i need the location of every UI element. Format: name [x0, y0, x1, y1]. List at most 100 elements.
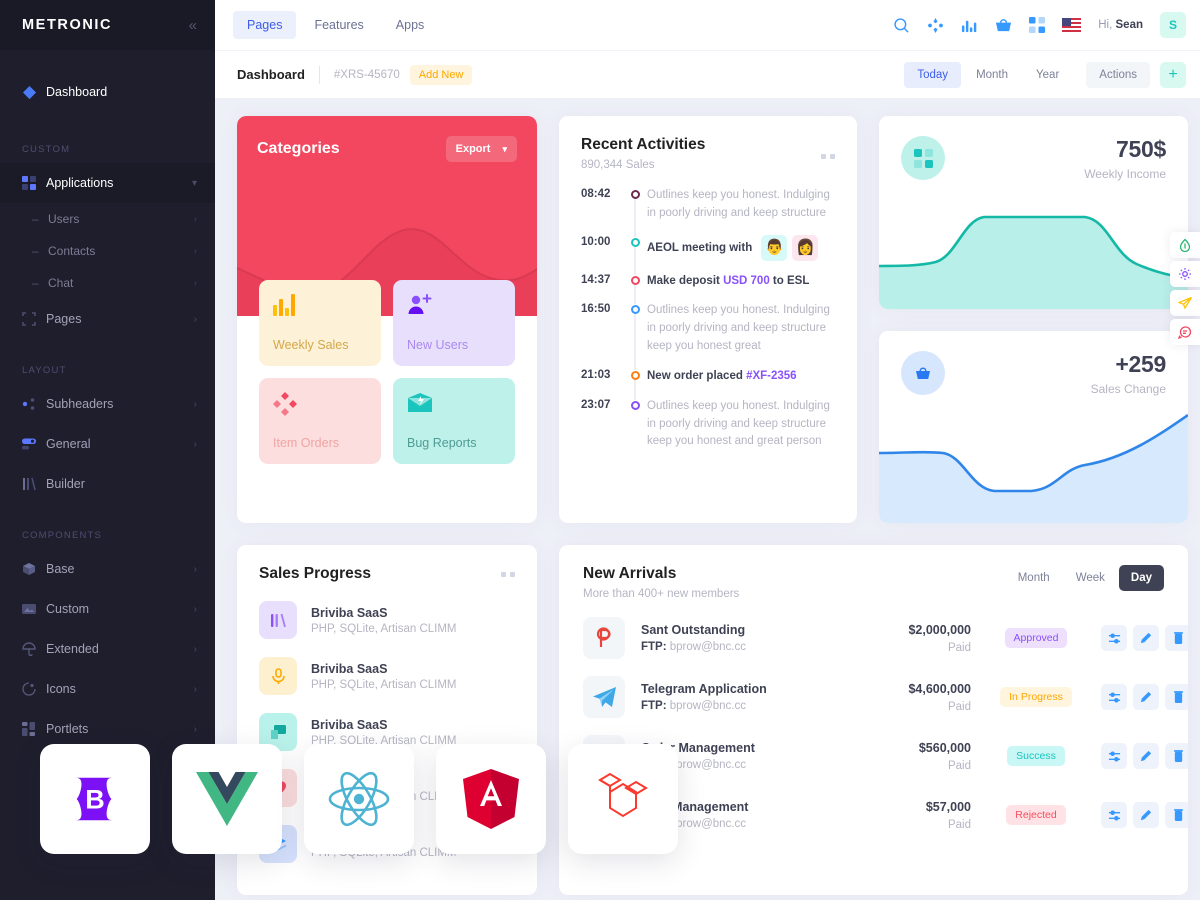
- activity-text: Make deposit: [647, 274, 724, 287]
- chevron-right-icon: ›: [193, 563, 197, 575]
- sidebar-section-layout: LAYOUT: [22, 365, 67, 376]
- gear-icon[interactable]: [1170, 261, 1200, 287]
- dots-icon[interactable]: [821, 154, 835, 159]
- weekly-income-card: 750$ Weekly Income: [879, 116, 1188, 309]
- bootstrap-logo[interactable]: B: [40, 744, 150, 854]
- sales-progress-row[interactable]: Briviba SaaS PHP, SQLite, Artisan CLIMM: [259, 601, 515, 639]
- basket-icon[interactable]: [995, 17, 1012, 34]
- sidebar-item-icons[interactable]: Icons ›: [0, 669, 215, 709]
- settings-sliders-icon[interactable]: [1101, 625, 1127, 651]
- sidebar-item-general[interactable]: General ›: [0, 424, 215, 464]
- activity-item[interactable]: 08:42 Outlines keep you honest. Indulgin…: [581, 187, 835, 237]
- send-plane-icon[interactable]: [1170, 290, 1200, 316]
- tile-bug-reports[interactable]: Bug Reports: [393, 378, 515, 464]
- avatar[interactable]: 👩: [792, 234, 819, 261]
- sidebar-item-label: Base: [46, 562, 75, 576]
- edit-pencil-icon[interactable]: [1133, 625, 1159, 651]
- row-title: Telegram Application: [641, 682, 767, 696]
- weekly-income-header: 750$ Weekly Income: [879, 116, 1188, 201]
- bar-chart-icon[interactable]: [961, 17, 978, 34]
- timeline-marker: [623, 235, 647, 275]
- sidebar-item-subheaders[interactable]: Subheaders ›: [0, 384, 215, 424]
- range-day[interactable]: Day: [1118, 565, 1164, 591]
- sidebar-item-builder[interactable]: Builder: [0, 464, 215, 504]
- sidebar-section-components: COMPONENTS: [22, 530, 103, 541]
- table-row[interactable]: Telegram Application FTP: bprow@bnc.cc $…: [583, 676, 1188, 718]
- us-flag-icon[interactable]: [1062, 18, 1082, 32]
- row-status: Approved: [971, 628, 1101, 648]
- dots-icon[interactable]: [501, 571, 515, 577]
- timeline-marker: [623, 368, 647, 400]
- tile-new-users[interactable]: New Users: [393, 280, 515, 366]
- row-info: Sant Outstanding FTP: bprow@bnc.cc: [641, 623, 859, 653]
- activities-subtitle: 890,344 Sales: [581, 159, 655, 171]
- sidebar-item-pages[interactable]: Pages ›: [0, 299, 215, 339]
- sidebar-item-base[interactable]: Base ›: [0, 549, 215, 589]
- settings-sliders-icon[interactable]: [1101, 743, 1127, 769]
- activity-item[interactable]: 16:50 Outlines keep you honest. Indulgin…: [581, 302, 835, 370]
- sidebar-item-custom[interactable]: Custom ›: [0, 589, 215, 629]
- stat-value: +259: [1115, 350, 1166, 377]
- angular-logo[interactable]: [436, 744, 546, 854]
- chevron-right-icon: ›: [193, 245, 197, 257]
- delete-trash-icon[interactable]: [1165, 684, 1188, 710]
- sidebar-item-users[interactable]: – Users ›: [0, 203, 215, 235]
- tile-weekly-sales[interactable]: Weekly Sales: [259, 280, 381, 366]
- timeline-dot: [630, 305, 640, 315]
- inbox-icon: [407, 392, 501, 419]
- avatar[interactable]: 👨: [761, 234, 788, 261]
- apps-grid-icon[interactable]: [1029, 17, 1046, 33]
- breadcrumb-code: #XRS-45670: [333, 68, 400, 81]
- activity-item[interactable]: 14:37 Make deposit USD 700 to ESL: [581, 273, 835, 305]
- timeline-line: [634, 199, 636, 237]
- plus-icon[interactable]: +: [1160, 61, 1186, 88]
- activity-item[interactable]: 10:00 AEOL meeting with 👨 👩: [581, 234, 835, 275]
- sidebar-collapse-icon[interactable]: «: [189, 18, 197, 33]
- categories-title: Categories: [257, 140, 340, 157]
- sales-progress-row[interactable]: Briviba SaaS PHP, SQLite, Artisan CLIMM: [259, 657, 515, 695]
- laravel-logo[interactable]: [568, 744, 678, 854]
- sidebar-item-chat[interactable]: – Chat ›: [0, 267, 215, 299]
- sidebar-item-applications[interactable]: Applications ▾: [0, 163, 215, 203]
- sidebar-item-dashboard[interactable]: Dashboard: [0, 72, 215, 112]
- timeline-dot: [630, 275, 640, 285]
- sidebar-item-contacts[interactable]: – Contacts ›: [0, 235, 215, 267]
- delete-trash-icon[interactable]: [1165, 802, 1188, 828]
- sales-progress-info: Briviba SaaS PHP, SQLite, Artisan CLIMM: [311, 606, 457, 635]
- filter-today[interactable]: Today: [904, 61, 962, 88]
- sales-change-card: +259 Sales Change: [879, 330, 1188, 523]
- search-icon[interactable]: [893, 17, 910, 34]
- delete-trash-icon[interactable]: [1165, 625, 1188, 651]
- edit-pencil-icon[interactable]: [1133, 802, 1159, 828]
- filter-month[interactable]: Month: [963, 62, 1021, 88]
- sidebar-item-label: Users: [48, 212, 80, 226]
- activity-item[interactable]: 21:03 New order placed #XF-2356: [581, 368, 835, 400]
- table-row[interactable]: Sant Outstanding FTP: bprow@bnc.cc $2,00…: [583, 617, 1188, 659]
- vue-logo[interactable]: [172, 744, 282, 854]
- tab-pages[interactable]: Pages: [233, 11, 297, 39]
- react-logo[interactable]: [304, 744, 414, 854]
- categories-card: Categories Export ▾ Weekly Sales New Use…: [237, 116, 537, 523]
- add-new-badge[interactable]: Add New: [409, 64, 473, 85]
- sidebar-item-extended[interactable]: Extended ›: [0, 629, 215, 669]
- new-arrivals-title: New Arrivals: [583, 565, 677, 582]
- avatar[interactable]: S: [1160, 12, 1186, 38]
- water-drop-icon[interactable]: [1170, 232, 1200, 258]
- sidebar-item-portlets[interactable]: Portlets ›: [0, 709, 215, 749]
- edit-pencil-icon[interactable]: [1133, 684, 1159, 710]
- range-week[interactable]: Week: [1064, 565, 1117, 591]
- tile-item-orders[interactable]: Item Orders: [259, 378, 381, 464]
- chat-bubble-icon[interactable]: [1170, 319, 1200, 345]
- tab-apps[interactable]: Apps: [382, 11, 439, 39]
- tab-features[interactable]: Features: [300, 11, 377, 39]
- filter-year[interactable]: Year: [1023, 62, 1072, 88]
- delete-trash-icon[interactable]: [1165, 743, 1188, 769]
- actions-button[interactable]: Actions: [1086, 61, 1150, 88]
- cluster-icon[interactable]: [927, 17, 944, 34]
- settings-sliders-icon[interactable]: [1101, 684, 1127, 710]
- activity-item[interactable]: 23:07 Outlines keep you honest. Indulgin…: [581, 398, 835, 451]
- edit-pencil-icon[interactable]: [1133, 743, 1159, 769]
- settings-sliders-icon[interactable]: [1101, 802, 1127, 828]
- range-month[interactable]: Month: [1006, 565, 1062, 591]
- export-button[interactable]: Export ▾: [445, 136, 517, 162]
